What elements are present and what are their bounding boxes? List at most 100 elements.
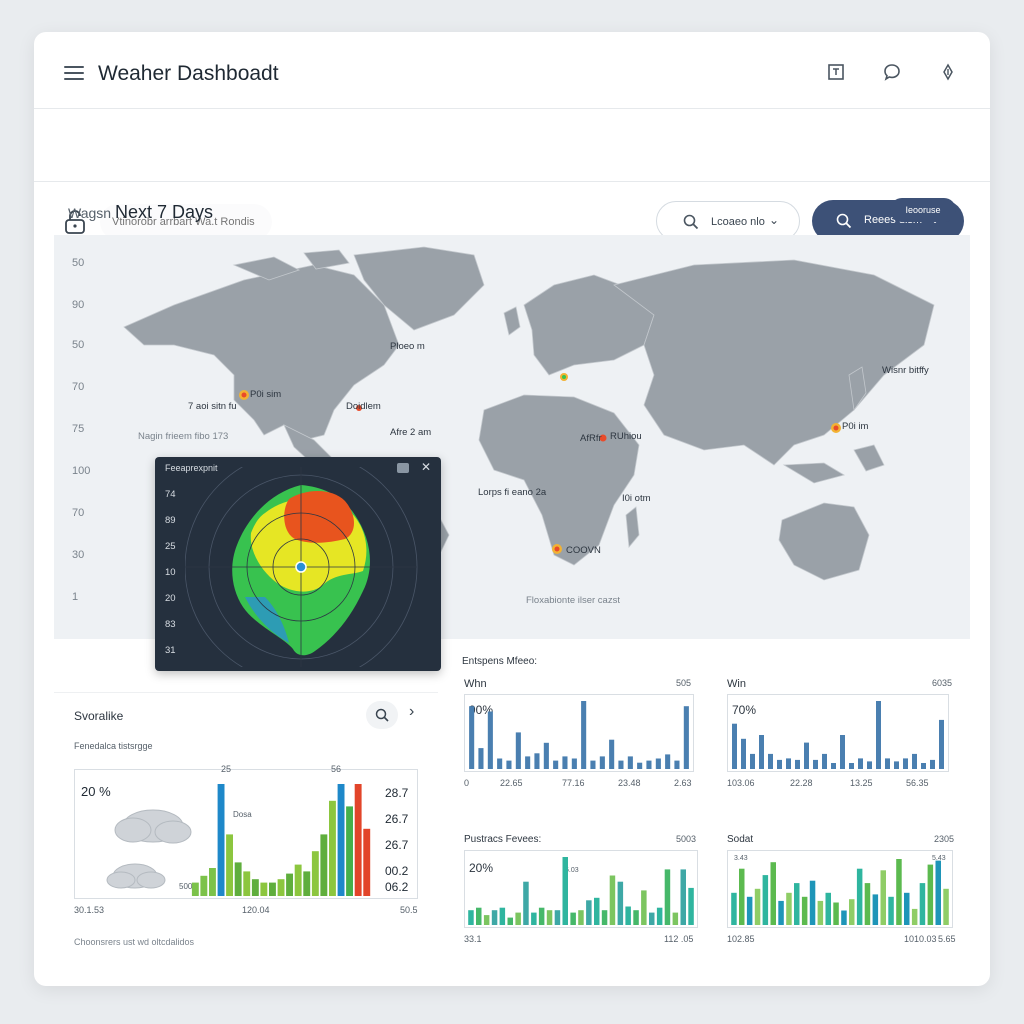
chart-bar	[499, 907, 506, 925]
chart-bar	[903, 758, 908, 769]
chart-bar	[804, 742, 809, 769]
chart-bar	[762, 875, 769, 925]
chart-bar	[594, 897, 600, 925]
chart-bar	[876, 701, 881, 769]
chart-bar	[935, 860, 941, 925]
chart-bar	[191, 882, 199, 896]
chart-bar	[732, 723, 737, 769]
chart-bar	[867, 761, 872, 769]
map-label: Doidlem	[346, 401, 381, 412]
chart-bar	[888, 896, 894, 925]
map-label: I0i otm	[622, 493, 651, 504]
mini-chart-corner: 505	[676, 678, 692, 688]
mini-bars	[731, 859, 949, 925]
menu-icon[interactable]	[64, 66, 84, 80]
map-caption: Floxabionte ilser cazst	[526, 595, 620, 606]
chart-bar	[294, 864, 302, 896]
radar-popup[interactable]: Feeaprexpnit ✕ 74 89 25 10 20 83 31	[155, 457, 441, 671]
chart-percent: 20 %	[81, 784, 111, 799]
section-title: Wagsn Next 7 Days	[68, 202, 213, 223]
chart-bar	[894, 761, 899, 769]
mini-bars	[732, 701, 944, 769]
section-badge-button[interactable]: Ieooruse	[890, 198, 956, 222]
location-arrow-icon[interactable]	[938, 62, 958, 82]
chart-bar	[523, 881, 529, 925]
chart-bar	[269, 882, 276, 896]
chart-bar	[930, 759, 935, 769]
chart-bar	[303, 871, 311, 896]
chart-bar	[586, 900, 592, 925]
precipitation-bars	[191, 784, 371, 896]
x-label: 102.85	[727, 934, 755, 944]
chart-bar	[739, 868, 745, 925]
chart-bar	[813, 759, 818, 769]
chart-bar	[841, 910, 847, 925]
chart-bar	[840, 735, 845, 769]
chart-bar	[251, 879, 259, 896]
chart-bar	[754, 888, 761, 925]
chart-bar	[822, 753, 827, 769]
chart-bar	[554, 910, 561, 925]
mini-bars	[468, 857, 694, 925]
chart-bar	[911, 908, 918, 925]
chart-bar	[731, 892, 737, 925]
side-value: 26.7	[385, 812, 409, 826]
app-header: Weaher Dashboadt	[34, 32, 990, 109]
map-label: COOVN	[566, 545, 601, 556]
chart-bar	[864, 883, 871, 925]
chart-bar	[617, 881, 624, 925]
map-label: Lorps fi eano 2a	[478, 487, 547, 498]
mini-chart-corner: 6035	[932, 678, 953, 688]
chart-bar	[578, 910, 584, 925]
chart-bar	[483, 915, 490, 925]
chart-bar	[543, 742, 549, 769]
x-label: 50.5	[400, 905, 418, 915]
chart-bar	[625, 906, 631, 925]
chart-bar	[531, 912, 537, 925]
chart-bar	[795, 759, 800, 769]
chat-icon[interactable]	[882, 62, 902, 82]
panel-title: Svoralike	[74, 709, 124, 723]
mini-chart-corner: 2305	[934, 834, 955, 844]
chart-bar	[688, 887, 694, 925]
chart-bar	[896, 859, 902, 925]
chart-bar	[570, 912, 576, 925]
search-icon[interactable]	[366, 701, 398, 729]
chart-bar	[801, 896, 808, 925]
precipitation-panel: Svoralike › Fenedalca tistsrgge 20 % 25 …	[54, 692, 438, 963]
chart-bar	[363, 828, 371, 896]
mini-chart: 90%	[464, 694, 694, 772]
chart-bar	[354, 784, 362, 896]
chart-bar	[680, 869, 686, 925]
chart-bar	[507, 917, 513, 925]
chart-bar	[553, 760, 559, 769]
chart-bar	[683, 706, 689, 769]
precipitation-chart: 20 % 25 56 Dosa 500 28.7 26.7 26.7 00.2 …	[74, 764, 418, 899]
mini-chart: 3.43 5.43	[727, 850, 953, 928]
chart-bar	[346, 806, 353, 896]
map-label: Ploeo m	[390, 341, 425, 352]
mini-chart: 20% 5.03	[464, 850, 698, 928]
chart-bar	[672, 912, 679, 925]
chart-bar	[320, 834, 328, 896]
chart-bar	[497, 758, 503, 769]
chart-bar	[534, 753, 540, 769]
chart-bar	[200, 875, 208, 896]
chevron-right-icon[interactable]: ›	[409, 703, 414, 721]
chart-bar	[217, 784, 225, 896]
chart-bar	[599, 756, 605, 769]
chart-bar	[786, 758, 791, 769]
chart-bar	[665, 754, 671, 769]
mini-chart-title: Win	[727, 678, 746, 690]
mini-bars	[469, 701, 689, 769]
x-label: 2.63	[674, 778, 692, 788]
chart-bar	[277, 879, 285, 896]
chart-bar	[809, 880, 816, 925]
mini-chart-corner: 5003	[676, 834, 697, 844]
chart-bar	[538, 907, 545, 925]
x-label: 13.25	[850, 778, 873, 788]
calendar-icon[interactable]	[826, 62, 846, 82]
chart-bar	[226, 834, 233, 896]
chart-side-values: 28.7 26.7 26.7 00.2	[385, 780, 408, 884]
x-label: 5.65	[938, 934, 956, 944]
